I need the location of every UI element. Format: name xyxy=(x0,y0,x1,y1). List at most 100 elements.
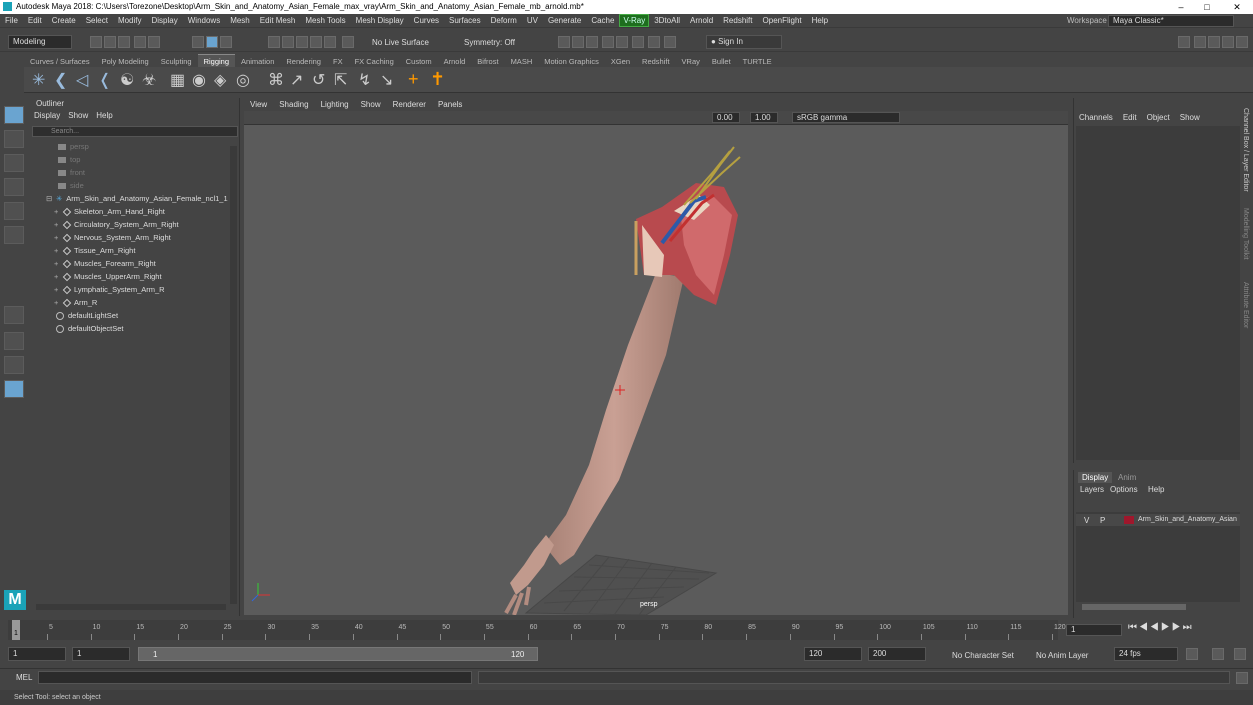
exposure-field[interactable]: 0.00 xyxy=(712,112,740,123)
four-view-icon[interactable] xyxy=(4,332,24,350)
anim-end-field[interactable]: 200 xyxy=(868,647,926,661)
outliner-item-root[interactable]: ⊟ ✳ Arm_Skin_and_Anatomy_Asian_Female_ncl1… xyxy=(46,192,228,205)
outliner-item-child[interactable]: + Arm_R xyxy=(54,296,97,309)
toggle-panel-icon[interactable] xyxy=(1178,36,1190,48)
locator-icon[interactable]: + xyxy=(408,69,419,90)
menu-file[interactable]: File xyxy=(0,14,23,28)
aim-constraint-icon[interactable]: ↯ xyxy=(358,70,371,90)
menu-deform[interactable]: Deform xyxy=(486,14,522,28)
new-scene-icon[interactable] xyxy=(90,36,102,48)
layer-playback[interactable]: P xyxy=(1100,516,1105,525)
toggle-tool-settings-icon[interactable] xyxy=(1222,36,1234,48)
toggle-attributes-icon[interactable] xyxy=(1208,36,1220,48)
tab-anim-layers[interactable]: Anim xyxy=(1118,472,1136,483)
open-scene-icon[interactable] xyxy=(104,36,116,48)
workspace-dropdown[interactable]: Maya Classic* xyxy=(1108,15,1234,27)
playback-end-field[interactable]: 120 xyxy=(804,647,862,661)
menu-modify[interactable]: Modify xyxy=(113,14,147,28)
channels-menu[interactable]: Channels xyxy=(1074,112,1118,124)
ipr-render-icon[interactable] xyxy=(586,36,598,48)
tab-channel-box[interactable]: Channel Box / Layer Editor xyxy=(1242,108,1249,192)
lattice-icon[interactable]: ▦ xyxy=(170,70,185,90)
outliner-vscroll[interactable] xyxy=(230,146,237,604)
cluster-icon[interactable]: ◉ xyxy=(192,70,206,90)
auto-key-icon[interactable] xyxy=(1212,648,1224,660)
tab-modelling-toolkit[interactable]: Modelling Toolkit xyxy=(1242,208,1249,260)
snap-curve-icon[interactable] xyxy=(282,36,294,48)
color-space-dropdown[interactable]: sRGB gamma xyxy=(792,112,900,123)
viewport-menu-panels[interactable]: Panels xyxy=(432,98,468,111)
anim-prefs-icon[interactable] xyxy=(1234,648,1246,660)
mirror-joint-icon[interactable]: ❬ xyxy=(98,70,111,90)
menu-mesh-tools[interactable]: Mesh Tools xyxy=(300,14,350,28)
command-input[interactable] xyxy=(38,671,472,684)
viewport-menu-lighting[interactable]: Lighting xyxy=(315,98,355,111)
paint-weights-icon[interactable]: ◎ xyxy=(236,70,250,90)
loop-icon[interactable] xyxy=(1186,648,1198,660)
menu-display[interactable]: Display xyxy=(147,14,183,28)
arnold-render-icon[interactable] xyxy=(648,36,660,48)
options-menu[interactable]: Options xyxy=(1110,484,1138,495)
outliner-item-persp[interactable]: persp xyxy=(58,140,89,153)
hik-icon[interactable]: ☣ xyxy=(142,70,156,90)
bind-skin-icon[interactable]: ◈ xyxy=(214,70,226,90)
scale-tool-icon[interactable] xyxy=(4,226,24,244)
expand-icon[interactable]: + xyxy=(54,218,60,231)
layer-visibility[interactable]: V xyxy=(1084,516,1089,525)
render-view-icon[interactable] xyxy=(632,36,644,48)
tab-display-layers[interactable]: Display xyxy=(1078,472,1113,483)
minimize-button[interactable]: – xyxy=(1170,0,1192,14)
two-view-icon[interactable] xyxy=(4,356,24,374)
toggle-channelbox-icon[interactable] xyxy=(1236,36,1248,48)
current-frame-field[interactable]: 1 xyxy=(1066,624,1122,636)
outliner-item-child[interactable]: + Skeleton_Arm_Hand_Right xyxy=(54,205,165,218)
menu-3dtoall[interactable]: 3DtoAll xyxy=(649,14,685,28)
rotate-tool-icon[interactable] xyxy=(4,202,24,220)
viewport-menu-show[interactable]: Show xyxy=(355,98,387,111)
playback-start-field[interactable]: 1 xyxy=(72,647,130,661)
menu-uv[interactable]: UV xyxy=(522,14,543,28)
scale-constraint-icon[interactable]: ⇱ xyxy=(334,70,347,90)
outliner-menu-show[interactable]: Show xyxy=(64,110,92,122)
gamma-field[interactable]: 1.00 xyxy=(750,112,778,123)
channels-show-menu[interactable]: Show xyxy=(1175,112,1205,124)
make-live-icon[interactable] xyxy=(342,36,354,48)
playback-controls[interactable]: ⏮◀◀▶▶⏭ xyxy=(1128,622,1194,633)
pole-vector-icon[interactable]: ↘ xyxy=(380,70,393,90)
viewport-3d[interactable]: persp xyxy=(244,125,1068,615)
anim-start-field[interactable]: 1 xyxy=(8,647,66,661)
snap-view-icon[interactable] xyxy=(310,36,322,48)
ik-handle-icon[interactable]: ❮ xyxy=(54,70,67,90)
expand-icon[interactable]: + xyxy=(54,244,60,257)
undo-icon[interactable] xyxy=(134,36,146,48)
select-tool-icon[interactable] xyxy=(4,106,24,124)
menu-help[interactable]: Help xyxy=(807,14,833,28)
expand-icon[interactable]: + xyxy=(54,283,60,296)
outliner-hscroll[interactable] xyxy=(36,604,226,610)
character-set-dropdown[interactable]: No Character Set xyxy=(952,651,1014,660)
snap-point-icon[interactable] xyxy=(296,36,308,48)
outliner-item-top[interactable]: top xyxy=(58,153,80,166)
menu-mesh-display[interactable]: Mesh Display xyxy=(351,14,409,28)
outliner-layout-icon[interactable] xyxy=(4,380,24,398)
outliner-search-input[interactable]: Search... xyxy=(32,126,238,137)
expand-icon[interactable]: + xyxy=(54,257,60,270)
script-editor-icon[interactable] xyxy=(1236,672,1248,684)
layer-hscroll[interactable] xyxy=(1082,604,1186,610)
live-surface-label[interactable]: No Live Surface xyxy=(372,38,429,47)
viewport-menu-view[interactable]: View xyxy=(244,98,273,111)
joint-tool-icon[interactable]: ✳ xyxy=(32,70,45,90)
layer-color-swatch[interactable] xyxy=(1124,516,1134,524)
select-hierarchy-icon[interactable] xyxy=(192,36,204,48)
current-time-marker[interactable]: 1 xyxy=(12,620,20,640)
parent-constraint-icon[interactable]: ⌘ xyxy=(268,70,284,90)
lasso-tool-icon[interactable] xyxy=(4,130,24,148)
menu-surfaces[interactable]: Surfaces xyxy=(444,14,486,28)
menu-edit-mesh[interactable]: Edit Mesh xyxy=(255,14,301,28)
outliner-item-set[interactable]: defaultObjectSet xyxy=(56,322,123,335)
menu-generate[interactable]: Generate xyxy=(543,14,586,28)
expand-icon[interactable]: + xyxy=(54,270,60,283)
render-settings-icon[interactable] xyxy=(602,36,614,48)
outliner-item-set[interactable]: defaultLightSet xyxy=(56,309,118,322)
menu-cache[interactable]: Cache xyxy=(586,14,619,28)
